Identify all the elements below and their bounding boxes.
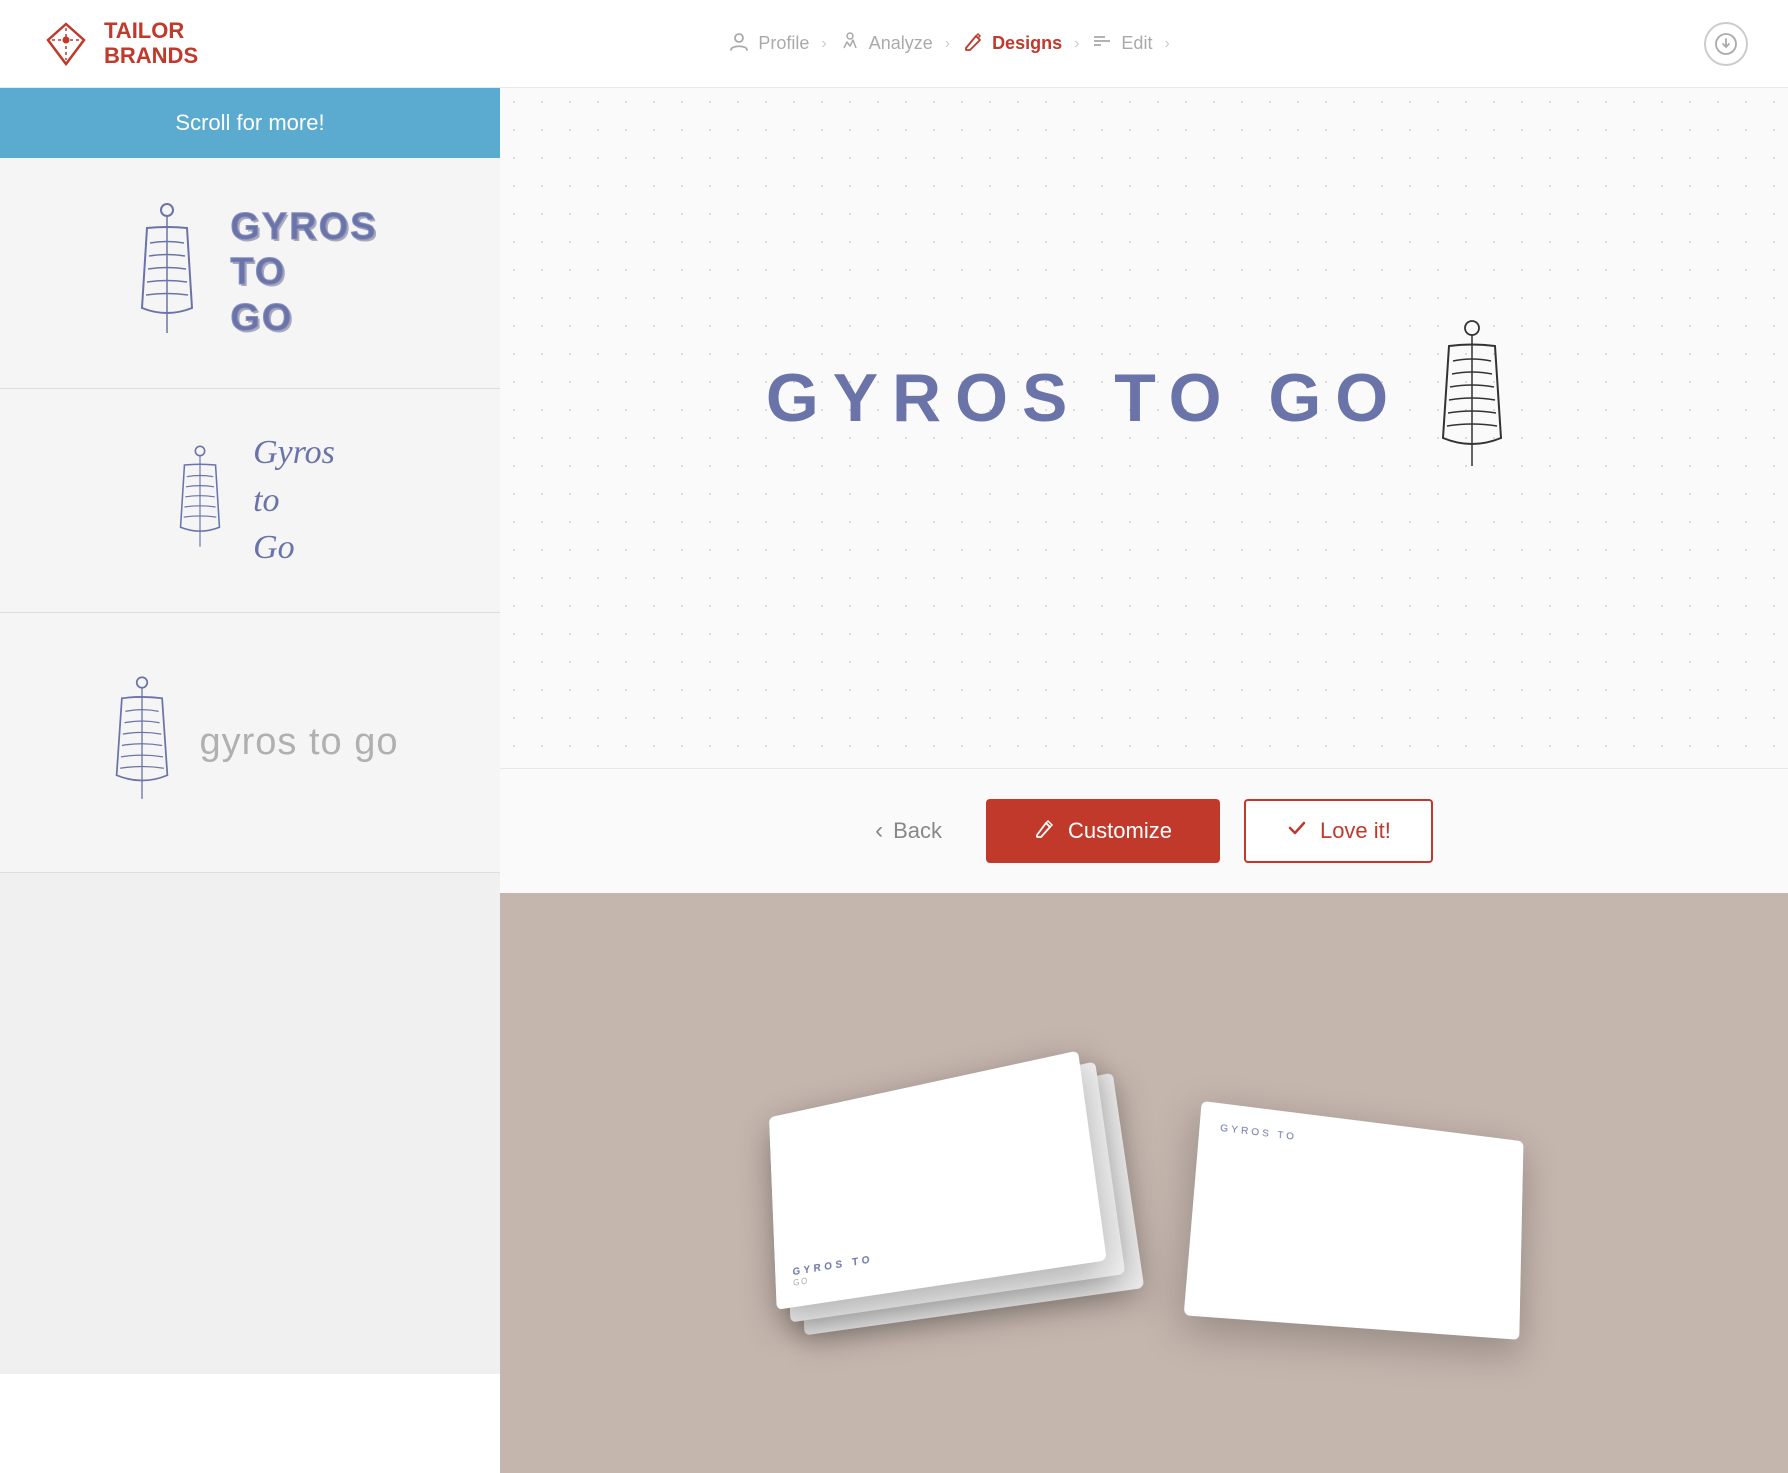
chevron-icon-4: › bbox=[1164, 35, 1169, 53]
kebab-icon-3 bbox=[102, 672, 182, 812]
nav-step-analyze[interactable]: Analyze bbox=[839, 30, 933, 58]
loveit-button[interactable]: Love it! bbox=[1244, 799, 1433, 863]
variant-3-inner: gyros to go bbox=[102, 672, 399, 812]
variant-2-line2: to bbox=[253, 477, 335, 525]
variant-2-line3: Go bbox=[253, 524, 335, 572]
designs-icon bbox=[962, 30, 984, 58]
card-right-logo: GYROS TO bbox=[1220, 1123, 1297, 1143]
brand-name: TAILOR BRANDS bbox=[104, 19, 198, 67]
variant-2-inner: Gyros to Go bbox=[165, 429, 335, 572]
variant-1-line3: GO bbox=[230, 296, 377, 342]
card-stack-right: GYROS TO bbox=[1184, 1101, 1524, 1340]
main-logo-text: GYROS TO GO bbox=[766, 359, 1402, 437]
scroll-banner: Scroll for more! bbox=[0, 88, 500, 158]
variant-2-line1: Gyros bbox=[253, 429, 335, 477]
customize-label: Customize bbox=[1068, 818, 1172, 844]
back-button[interactable]: ‹ Back bbox=[855, 807, 962, 855]
back-label: Back bbox=[893, 818, 942, 844]
customize-button[interactable]: Customize bbox=[986, 799, 1220, 863]
edit-icon bbox=[1091, 30, 1113, 58]
analyze-label: Analyze bbox=[869, 33, 933, 54]
action-bar: ‹ Back Customize Love it! bbox=[500, 768, 1788, 893]
variant-1-line2: TO bbox=[230, 250, 377, 296]
profile-icon bbox=[728, 30, 750, 58]
logo-variant-3[interactable]: gyros to go bbox=[0, 613, 500, 873]
edit-label: Edit bbox=[1121, 33, 1152, 54]
designs-label: Designs bbox=[992, 33, 1062, 54]
tailor-brands-icon bbox=[40, 18, 92, 70]
customize-pencil-icon bbox=[1034, 817, 1056, 845]
nav-step-profile[interactable]: Profile bbox=[728, 30, 809, 58]
loveit-check-icon bbox=[1286, 817, 1308, 845]
variant-2-text: Gyros to Go bbox=[253, 429, 335, 572]
mockup-section: GYROS TO GO GYROS TO bbox=[500, 893, 1788, 1473]
header: TAILOR BRANDS Profile › bbox=[0, 0, 1788, 88]
preview-area: GYROS TO GO bbox=[500, 88, 1788, 768]
brand-logo[interactable]: TAILOR BRANDS bbox=[40, 18, 198, 70]
logo-variant-1[interactable]: GYROS TO GO bbox=[0, 158, 500, 389]
analyze-icon bbox=[839, 30, 861, 58]
profile-label: Profile bbox=[758, 33, 809, 54]
chevron-icon-2: › bbox=[945, 35, 950, 53]
kebab-icon-2 bbox=[165, 435, 235, 565]
logo-variant-2[interactable]: Gyros to Go bbox=[0, 389, 500, 613]
kebab-icon-1 bbox=[122, 198, 212, 348]
card-stack-left: GYROS TO GO bbox=[769, 1051, 1107, 1310]
loveit-label: Love it! bbox=[1320, 818, 1391, 844]
nav-steps: Profile › Analyze › Designs › bbox=[728, 30, 1173, 58]
nav-step-designs[interactable]: Designs bbox=[962, 30, 1062, 58]
right-preview: GYROS TO GO bbox=[500, 88, 1788, 1374]
main-logo-display: GYROS TO GO bbox=[766, 318, 1522, 478]
back-chevron-icon: ‹ bbox=[875, 817, 883, 845]
variant-1-text: GYROS TO GO bbox=[230, 205, 377, 342]
left-sidebar: Scroll for more! bbox=[0, 88, 500, 1374]
main-logo-inner: GYROS TO GO bbox=[766, 318, 1522, 478]
main-layout: Scroll for more! bbox=[0, 88, 1788, 1374]
nav-step-edit[interactable]: Edit bbox=[1091, 30, 1152, 58]
chevron-icon-3: › bbox=[1074, 35, 1079, 53]
variant-1-line1: GYROS bbox=[230, 205, 377, 251]
download-button[interactable] bbox=[1704, 22, 1748, 66]
card-right-front: GYROS TO bbox=[1184, 1101, 1524, 1340]
chevron-icon-1: › bbox=[821, 35, 826, 53]
main-kebab-icon bbox=[1422, 318, 1522, 478]
variant-1-inner: GYROS TO GO bbox=[122, 198, 377, 348]
variant-3-text: gyros to go bbox=[200, 721, 399, 764]
